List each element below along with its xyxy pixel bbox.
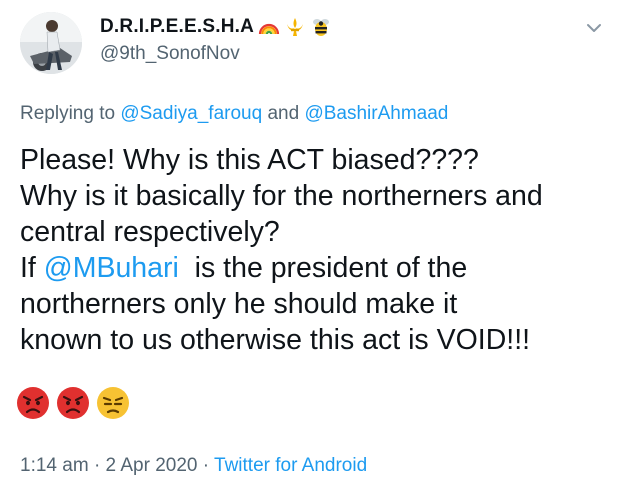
avatar[interactable] [20,12,82,74]
display-name[interactable]: D.R.I.P.E.E.S.H.A [100,16,254,38]
tweet-text-fragment: If [20,252,36,284]
replying-to-label: Replying to [20,103,116,124]
tweet-text: Please! Why is this ACT biased???? Why i… [20,142,610,358]
meta-separator: · [202,455,210,476]
tweet-date[interactable]: 2 Apr 2020 [106,455,198,476]
tweet-text-fragment: is the president of the [194,252,468,284]
tweet-line: Please! Why is this ACT biased???? [20,144,479,176]
replying-to-conjunction: and [267,103,300,124]
tweet-meta: 1:14 am · 2 Apr 2020 · Twitter for Andro… [20,455,367,477]
tweet-line: known to us otherwise this act is VOID!!… [20,324,531,356]
chevron-down-icon[interactable] [584,18,604,38]
mention-mbuhari[interactable]: @MBuhari [44,252,179,284]
tweet-time[interactable]: 1:14 am [20,455,89,476]
meta-separator: · [93,455,101,476]
angry-face-icon [17,387,49,419]
reply-mention-sadiya[interactable]: @Sadiya_farouq [120,103,262,124]
replying-to: Replying to @Sadiya_farouq and @BashirAh… [20,103,448,125]
author-handle[interactable]: @9th_SonofNov [100,43,240,65]
emoji-row [16,386,130,420]
angry-face-icon [57,387,89,419]
reply-mention-bashir[interactable]: @BashirAhmaad [304,103,448,124]
author-name-row[interactable]: D.R.I.P.E.E.S.H.A [100,16,332,38]
profile-photo-icon [20,12,82,74]
tweet-line-with-mention: If @MBuhari is the president of the [20,250,610,286]
fleur-icon [287,18,304,36]
tweet-line: northerners only he should make it [20,288,458,320]
bee-icon [313,19,330,36]
rainbow-icon [258,23,280,35]
tweet-line: Why is it basically for the northerners … [20,180,543,212]
tweet-line: central respectively? [20,216,280,248]
annoyed-face-icon [97,387,129,419]
tweet-source[interactable]: Twitter for Android [214,455,367,476]
